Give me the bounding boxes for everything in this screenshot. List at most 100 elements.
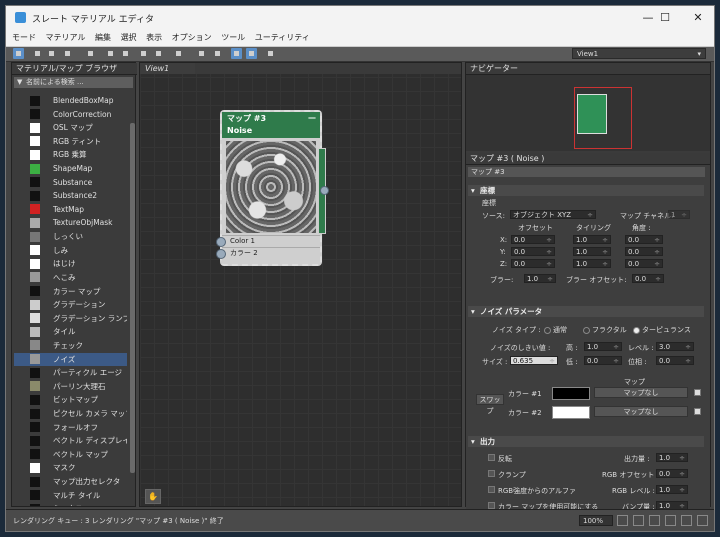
alpha-from-rgb-checkbox[interactable] [488,486,495,493]
tiling-x-spinner[interactable]: 1.0 [573,235,611,245]
list-item[interactable]: TextureObjMask [14,216,127,230]
color1-map-button[interactable]: マップなし [594,387,688,398]
input-socket-icon[interactable] [216,249,226,259]
move-children-icon[interactable] [212,48,223,59]
layout-all-icon[interactable] [105,48,116,59]
color2-swatch[interactable] [552,406,590,419]
material-editor-icon[interactable] [138,48,149,59]
blur-offset-spinner[interactable]: 0.0 [632,274,664,284]
menu-edit[interactable]: 編集 [95,30,111,46]
list-item[interactable]: マスク [14,461,127,475]
offset-x-spinner[interactable]: 0.0 [511,235,555,245]
zoom-region-icon[interactable] [649,515,660,526]
list-item[interactable]: フォールオフ [14,421,127,435]
node-header[interactable]: マップ #3 Noise — [222,112,320,138]
color1-swatch[interactable] [552,387,590,400]
zoom-dropdown[interactable]: 100% [579,515,613,526]
select-tool-icon[interactable] [13,48,24,59]
phase-spinner[interactable]: 0.0 [656,356,694,366]
param-editor-toggle-icon[interactable] [246,48,257,59]
list-item[interactable]: しっくい [14,230,127,244]
list-item[interactable]: Substance [14,176,127,190]
hide-slots-icon[interactable] [196,48,207,59]
tab-view1[interactable]: View1 [140,63,200,74]
tiling-y-spinner[interactable]: 1.0 [573,247,611,257]
offset-y-spinner[interactable]: 0.0 [511,247,555,257]
blur-spinner[interactable]: 1.0 [524,274,556,284]
list-item[interactable]: カラー マップ [14,285,127,299]
noise-type-fractal-radio[interactable]: フラクタル [583,325,627,335]
list-item[interactable]: RGB 乗算 [14,148,127,162]
noise-type-turbulence-radio[interactable]: ターピュランス [633,325,691,335]
enable-color-map-checkbox[interactable] [488,502,495,509]
clamp-checkbox[interactable] [488,470,495,477]
list-item[interactable]: マルチ タイル [14,489,127,503]
color2-map-button[interactable]: マップなし [594,406,688,417]
list-item[interactable]: ミックス [14,502,127,506]
section-output[interactable]: ▾ 出力 [468,436,704,447]
list-item[interactable]: ベクトル マップ [14,448,127,462]
zoom-extents-icon[interactable] [665,515,676,526]
size-spinner[interactable]: 0.635 [510,356,558,366]
close-button[interactable]: ✕ [682,6,714,30]
angle-y-spinner[interactable]: 0.0 [625,247,663,257]
assign-material-icon[interactable] [46,48,57,59]
angle-z-spinner[interactable]: 0.0 [625,259,663,269]
browser-scrollbar[interactable] [130,123,135,473]
menu-options[interactable]: オプション [172,30,212,46]
list-item[interactable]: マップ出力セレクタ [14,475,127,489]
rgb-level-spinner[interactable]: 1.0 [656,485,688,495]
list-item[interactable]: ColorCorrection [14,108,127,122]
menu-mode[interactable]: モード [12,30,36,46]
list-item[interactable]: パーティクル エージ [14,366,127,380]
menu-triangle-icon[interactable]: ▼ [17,77,22,88]
maximize-button[interactable]: ☐ [649,6,681,30]
list-item[interactable]: ベクトル ディスプレイ... [14,434,127,448]
offset-z-spinner[interactable]: 0.0 [511,259,555,269]
angle-x-spinner[interactable]: 0.0 [625,235,663,245]
navigator-view[interactable] [466,75,710,151]
list-item[interactable]: TextMap [14,203,127,217]
section-noise-params[interactable]: ▾ ノイズ パラメータ [468,306,704,317]
rgb-offset-spinner[interactable]: 0.0 [656,469,688,479]
zoom-icon[interactable] [633,515,644,526]
noise-type-regular-radio[interactable]: 通常 [544,325,567,335]
delete-icon[interactable] [85,48,96,59]
list-item[interactable]: OSL マップ [14,121,127,135]
list-item[interactable]: チェック [14,339,127,353]
pick-material-icon[interactable] [62,48,73,59]
list-item[interactable]: ピクセル カメラ マップ [14,407,127,421]
collapse-icon[interactable]: — [308,112,316,124]
color1-map-checkbox[interactable] [694,389,701,396]
list-item[interactable]: へこみ [14,271,127,285]
menu-tools[interactable]: ツール [221,30,245,46]
list-item[interactable]: ビットマップ [14,393,127,407]
pan-hand-icon[interactable]: ✋ [145,489,161,504]
slot-color2[interactable]: カラー 2 [216,247,320,259]
slot-color1[interactable]: Color 1 [216,235,320,247]
search-input[interactable]: ▼ 名前による検索 ... [14,77,133,88]
navigator-toggle-icon[interactable] [231,48,242,59]
section-coordinates[interactable]: ▾ 座標 [468,185,704,196]
list-item[interactable]: グラデーション ランプ [14,312,127,326]
list-item[interactable]: タイル [14,325,127,339]
node-view[interactable]: View1 マップ #3 Noise — Color 1 カラー 2 ✋ [139,62,462,507]
noise-map-node[interactable]: マップ #3 Noise — Color 1 カラー 2 [216,110,329,266]
show-background-icon[interactable] [153,48,164,59]
zoom-extents-selected-icon[interactable] [681,515,692,526]
list-item[interactable]: はじけ [14,257,127,271]
output-amount-spinner[interactable]: 1.0 [656,453,688,463]
list-item[interactable]: ShapeMap [14,162,127,176]
map-name-field[interactable]: マップ #3 [468,167,705,177]
layout-children-icon[interactable] [120,48,131,59]
high-spinner[interactable]: 1.0 [584,342,622,352]
maximize-view-icon[interactable] [697,515,708,526]
list-item[interactable]: Substance2 [14,189,127,203]
menu-material[interactable]: マテリアル [46,30,86,46]
list-item[interactable]: ノイズ [14,352,127,367]
view-selector[interactable]: View1 ▾ [572,48,706,59]
menu-view[interactable]: 表示 [146,30,162,46]
invert-checkbox[interactable] [488,454,495,461]
menu-utilities[interactable]: ユーティリティ [255,30,310,46]
swap-button[interactable]: スワップ [476,394,504,415]
